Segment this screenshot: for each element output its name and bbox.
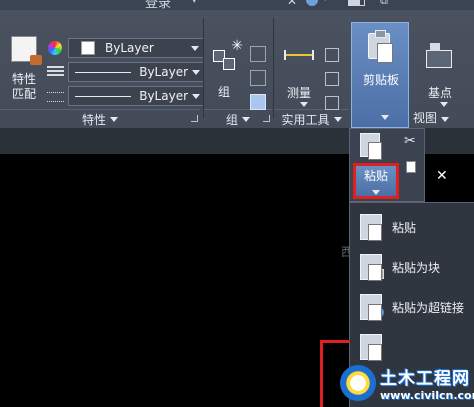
lineweight-value: ByLayer — [139, 89, 189, 103]
match-properties-icon — [11, 36, 42, 65]
menu-item-paste-as-block[interactable]: 粘贴为块 — [350, 247, 474, 287]
quick-select-icon[interactable] — [325, 72, 339, 86]
base-point-label[interactable]: 基点 — [428, 84, 452, 101]
lineweight-dropdown[interactable]: ByLayer — [68, 86, 204, 106]
dialog-launcher-icon[interactable] — [191, 115, 198, 122]
paste-icon — [360, 214, 382, 241]
close-icon[interactable]: ✕ — [436, 168, 448, 184]
color-dropdown[interactable]: ByLayer — [68, 38, 204, 58]
chevron-down-icon[interactable]: ▾ — [192, 0, 197, 6]
match-properties-button[interactable]: 特性 匹配 — [8, 36, 42, 106]
clipboard-flyout: ✂ 粘贴 — [349, 128, 425, 202]
copy-icon[interactable] — [406, 161, 416, 173]
menu-item-label: 粘贴 — [392, 220, 417, 235]
utilities-panel-footer[interactable]: 实用工具 — [274, 109, 349, 128]
clipboard-label: 剪贴板 — [362, 73, 399, 87]
measure-icon[interactable] — [284, 50, 314, 66]
logo-icon — [340, 364, 376, 401]
menu-item-label: 粘贴为块 — [392, 260, 441, 275]
match-properties-label: 特性 匹配 — [8, 72, 40, 102]
menu-item-label: 粘贴为超链接 — [392, 300, 465, 315]
paste-button-label: 粘贴 — [363, 169, 388, 183]
lineweight-preview — [75, 95, 132, 97]
chevron-down-icon — [242, 116, 250, 122]
measure-label[interactable]: 测量 — [287, 84, 311, 101]
point-style-icon[interactable] — [325, 48, 339, 62]
restore-icon[interactable]: ⧉ — [380, 0, 392, 7]
linetype-dropdown[interactable]: ByLayer — [68, 62, 204, 82]
sparkle-icon: ✳ — [231, 38, 243, 54]
chevron-down-icon[interactable] — [187, 39, 203, 57]
menu-item-paste-as-hyperlink[interactable]: 粘贴为超链接 — [350, 287, 474, 327]
properties-footer-label: 特性 — [81, 112, 106, 127]
login-text[interactable]: 登录 — [145, 0, 171, 10]
menu-item-paste[interactable]: 粘贴 — [350, 207, 474, 247]
groups-footer-label: 组 — [225, 112, 238, 127]
chevron-down-icon[interactable] — [300, 102, 308, 107]
chevron-down-icon[interactable] — [188, 87, 203, 105]
cut-icon[interactable]: ✂ — [404, 133, 416, 149]
close-icon[interactable]: ✕ — [287, 0, 299, 8]
color-wheel-icon — [48, 41, 62, 55]
watermark-main: 土木工程网 — [380, 368, 470, 389]
chevron-down-icon — [110, 116, 118, 122]
chevron-down-icon[interactable]: ▾ — [323, 0, 335, 6]
utilities-footer-label: 实用工具 — [281, 112, 330, 127]
paste-split-button[interactable]: 粘贴 — [353, 163, 399, 199]
properties-panel-footer[interactable]: 特性 — [0, 109, 200, 128]
dialog-launcher-icon[interactable] — [263, 115, 270, 122]
color-swatch — [81, 41, 95, 55]
clipboard-icon — [368, 30, 393, 63]
match-label-text: 特性 匹配 — [11, 72, 36, 101]
ungroup-icon[interactable] — [250, 46, 266, 62]
group-selection-toggle-icon[interactable] — [250, 94, 266, 110]
watermark: 土木工程网 www.civilcn.com — [340, 358, 474, 407]
block-icon — [371, 269, 384, 279]
chevron-down-icon — [381, 115, 389, 120]
watermark-url: www.civilcn.com — [380, 388, 474, 402]
calculator-icon[interactable] — [325, 96, 339, 110]
title-bar: 登录 ▾ ✕ ▾ ⧉ — [0, 0, 474, 10]
group-square-icon — [223, 58, 235, 70]
paste-large-icon[interactable] — [360, 133, 382, 160]
group-edit-icon[interactable] — [250, 70, 266, 86]
color-value: ByLayer — [105, 41, 154, 55]
globe-icon — [373, 307, 384, 318]
group-button[interactable]: ✳ — [213, 38, 243, 72]
paste-icon — [360, 334, 382, 361]
linetype-icon — [47, 66, 64, 76]
groups-panel-footer[interactable]: 组 — [204, 109, 272, 128]
linetype-preview — [75, 71, 132, 73]
chevron-down-icon — [372, 190, 380, 195]
chevron-down-icon[interactable] — [440, 102, 448, 107]
properties-panel: 特性 匹配 ByLayer ByLayer ByLayer 特性 — [0, 10, 204, 128]
chevron-down-icon[interactable] — [188, 63, 203, 81]
view-panel-footer[interactable]: 视图 — [413, 109, 450, 126]
watermark-text: 土木工程网 www.civilcn.com — [380, 364, 474, 402]
lineweight-icon — [47, 92, 64, 102]
paste-as-block-icon — [360, 254, 384, 281]
base-point-icon[interactable] — [426, 43, 452, 68]
exchange-icon[interactable] — [306, 0, 318, 6]
group-label[interactable]: 组 — [218, 83, 230, 100]
chevron-down-icon — [333, 116, 342, 122]
paste-as-hyperlink-icon — [360, 294, 384, 321]
utilities-panel: 实用工具 — [274, 10, 349, 128]
chevron-down-icon — [441, 117, 450, 122]
maximize-icon[interactable] — [353, 0, 365, 6]
view-footer-label: 视图 — [413, 111, 438, 125]
clipboard-panel-button[interactable]: 剪贴板 — [351, 22, 409, 128]
linetype-value: ByLayer — [139, 65, 189, 79]
